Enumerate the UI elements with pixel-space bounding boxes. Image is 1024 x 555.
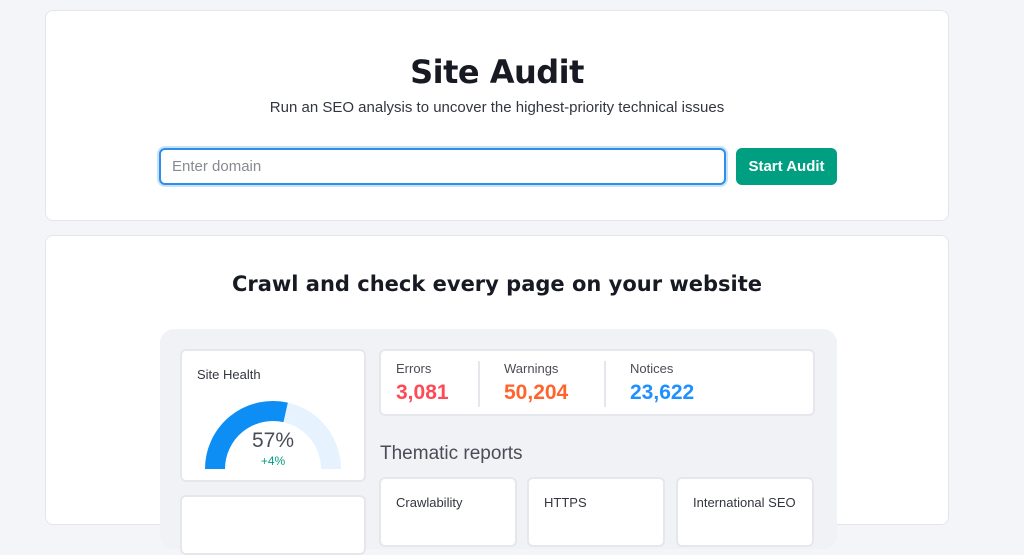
start-audit-button[interactable]: Start Audit <box>736 148 837 185</box>
thematic-reports-title: Thematic reports <box>380 443 523 464</box>
stats-divider <box>604 361 606 407</box>
report-tile-https[interactable]: HTTPS <box>527 477 665 547</box>
errors-stat: Errors 3,081 <box>396 361 449 405</box>
site-health-delta: +4% <box>260 454 286 468</box>
report-tile-crawlability[interactable]: Crawlability <box>379 477 517 547</box>
page-title: Site Audit <box>410 53 584 91</box>
report-tile-international-seo[interactable]: International SEO <box>676 477 814 547</box>
notices-value: 23,622 <box>630 381 695 404</box>
site-audit-card: Site Audit Run an SEO analysis to uncove… <box>45 10 949 221</box>
errors-value: 3,081 <box>396 381 449 404</box>
domain-input[interactable] <box>159 148 726 185</box>
site-health-label: Site Health <box>197 367 261 382</box>
summary-tile <box>180 495 366 555</box>
audit-preview: Site Health 57% +4% Errors 3,081 Warning… <box>160 329 837 555</box>
feature-card: Crawl and check every page on your websi… <box>45 235 949 555</box>
notices-label: Notices <box>630 361 674 376</box>
report-label: Crawlability <box>396 495 463 510</box>
report-label: HTTPS <box>544 495 587 510</box>
feature-title: Crawl and check every page on your websi… <box>231 272 763 296</box>
warnings-stat: Warnings 50,204 <box>504 361 568 405</box>
errors-label: Errors <box>396 361 432 376</box>
page-subtitle: Run an SEO analysis to uncover the highe… <box>269 99 725 116</box>
warnings-value: 50,204 <box>504 381 569 404</box>
issues-stats-tile: Errors 3,081 Warnings 50,204 Notices 23,… <box>379 349 815 416</box>
report-label: International SEO <box>693 495 796 510</box>
site-health-value: 57% <box>251 429 295 452</box>
notices-stat: Notices 23,622 <box>630 361 694 405</box>
warnings-label: Warnings <box>504 361 559 376</box>
site-health-tile: Site Health 57% +4% <box>180 349 366 482</box>
stats-divider <box>478 361 480 407</box>
